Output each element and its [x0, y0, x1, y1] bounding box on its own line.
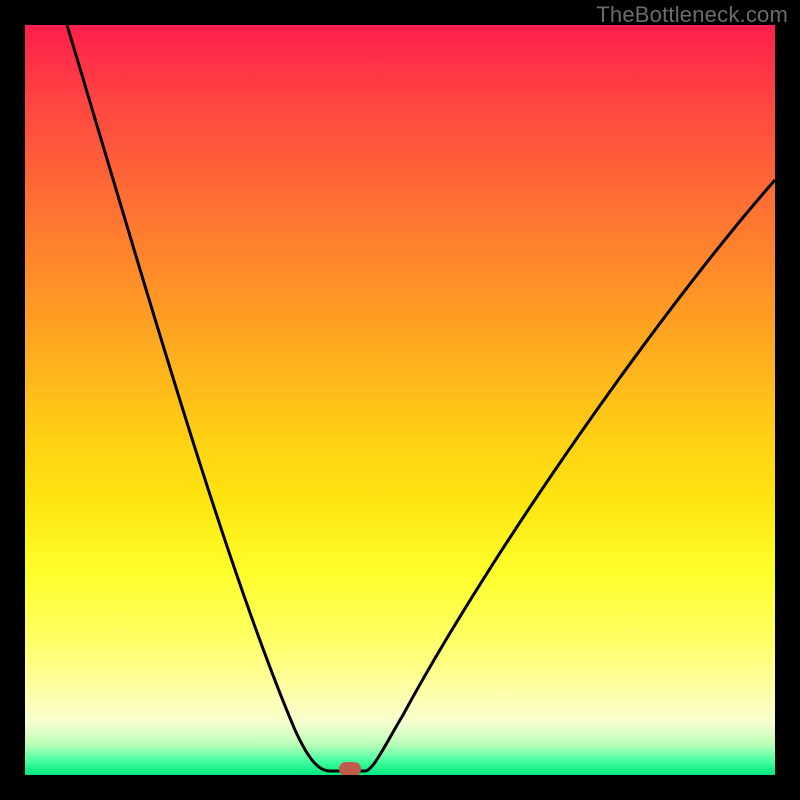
curve-path	[67, 25, 775, 771]
bottleneck-curve	[25, 25, 775, 775]
chart-frame: TheBottleneck.com	[0, 0, 800, 800]
bottleneck-marker	[339, 762, 361, 775]
plot-area	[25, 25, 775, 775]
